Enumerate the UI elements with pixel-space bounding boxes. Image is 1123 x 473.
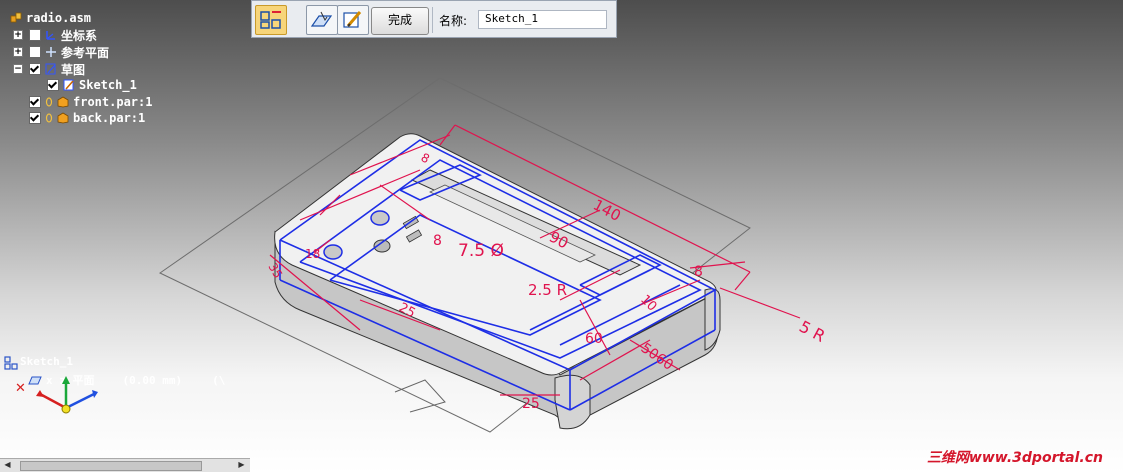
sketch-command-bar: 完成 名称: Sketch_1 [251,0,617,38]
sketch-icon [63,79,75,91]
dim-60[interactable]: 60 [585,331,603,347]
collapse-icon[interactable]: − [13,64,23,74]
tree-root-label: radio.asm [26,11,92,25]
hole-1 [370,210,390,226]
tree-item-label: front.par:1 [73,95,153,109]
link-icon [45,96,53,108]
tree-horizontal-scrollbar[interactable]: ◀ ▶ [0,458,250,472]
tree-root[interactable]: radio.asm [10,10,91,26]
tree-item-label: 坐标系 [61,28,98,43]
visibility-checkbox[interactable] [29,29,41,41]
tree-item-label: back.par:1 [73,111,146,125]
dim-140[interactable]: 140 [590,196,624,225]
reference-plane-icon [45,46,57,58]
active-sketch-triad: Sketch_1 x z 平面 (0.00 mm) (\ ✕ [2,352,262,422]
plane-icon [310,11,333,27]
tree-item-sketch-1[interactable]: Sketch_1 [47,77,137,93]
tree-item-coordinate-systems[interactable]: + 坐标系 [13,27,97,43]
expand-icon[interactable]: + [13,47,23,57]
tree-item-label: Sketch_1 [79,78,137,92]
dim-18[interactable]: 18 [305,247,320,261]
dim-7-5-diameter[interactable]: 7.5 Ø [458,241,504,261]
sketch-folder-icon [45,63,57,75]
coordinate-system-icon [45,29,57,41]
link-icon [45,112,53,124]
part-icon [57,96,69,108]
watermark: 三维网www.3dportal.cn [926,450,1103,466]
x-axis-icon: ✕ [15,381,26,396]
hole-3 [323,244,343,260]
scroll-right-icon[interactable]: ▶ [236,460,247,470]
sketch-pencil-button[interactable] [337,5,369,35]
coordinate-readout: (0.00 mm) [122,373,183,387]
dim-25-bottom[interactable]: 25 [522,396,540,412]
visibility-checkbox[interactable] [29,63,41,75]
dim-5-radius[interactable]: 5 R [796,317,828,346]
dim-2-5-radius[interactable]: 2.5 R [528,281,567,299]
sketch-name-input[interactable]: Sketch_1 [478,10,607,29]
axis-triad: ✕ [15,376,98,414]
tree-item-front-part[interactable]: front.par:1 [29,94,152,110]
pencil-icon [343,11,362,28]
scroll-left-icon[interactable]: ◀ [2,460,13,470]
dim-8[interactable]: 8 [694,264,703,280]
sketch-options-button[interactable] [255,5,287,35]
dim-8-side[interactable]: 8 [433,233,442,249]
part-icon [57,112,69,124]
plane-select-button[interactable] [306,5,338,35]
tree-item-label: 草图 [61,62,86,77]
sketch-options-icon [260,11,281,29]
done-button[interactable]: 完成 [371,7,429,35]
tree-item-label: 参考平面 [61,45,110,60]
visibility-checkbox[interactable] [29,46,41,58]
visibility-checkbox[interactable] [29,112,41,124]
box-right-corner [704,288,721,351]
tree-item-reference-planes[interactable]: + 参考平面 [13,44,109,60]
tree-item-back-part[interactable]: back.par:1 [29,110,145,126]
readout-overflow: (\ [212,373,226,387]
expand-icon[interactable]: + [13,30,23,40]
visibility-checkbox[interactable] [29,96,41,108]
visibility-checkbox[interactable] [47,79,59,91]
toolbar-separator [432,7,433,33]
assembly-icon [10,12,22,24]
tree-item-sketches[interactable]: − 草图 [13,61,85,77]
scroll-thumb[interactable] [20,461,202,471]
name-label: 名称: [439,14,468,28]
